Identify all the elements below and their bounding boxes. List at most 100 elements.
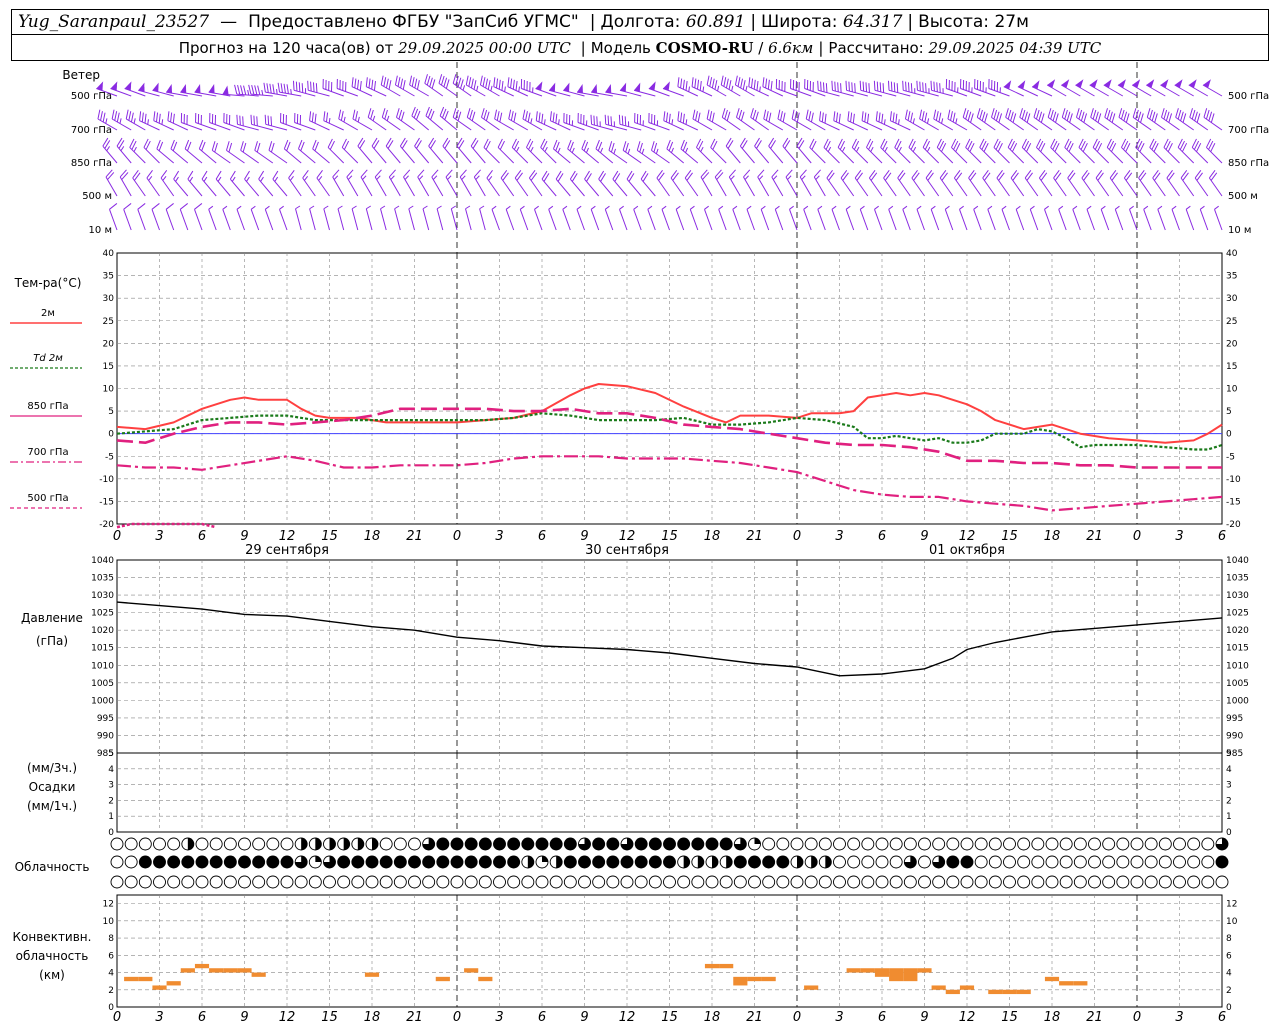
wind-barb-feather (916, 80, 918, 91)
wind-barb-half-feather (505, 205, 511, 210)
wind-barb (535, 81, 557, 97)
wind-barb (223, 112, 245, 131)
wind-barb-staff (991, 116, 1010, 131)
wind-barb-staff (208, 209, 217, 231)
cloud-circle (861, 875, 875, 889)
cloud-cover-symbol (1158, 837, 1172, 851)
wind-barb (817, 205, 826, 231)
cloud-circle (946, 875, 960, 889)
wind-barb (279, 205, 288, 231)
conv-tick-label-left: 4 (108, 969, 114, 979)
cloud-circle (1144, 875, 1158, 889)
wind-barb-feather (243, 85, 247, 95)
wind-barb-staff (146, 177, 160, 197)
wind-barb-half-feather (222, 205, 228, 210)
cloud-fill (1216, 856, 1228, 868)
cloud-cover-symbol (1173, 875, 1186, 889)
cloud-circle (903, 875, 917, 889)
cloud-cover-symbol (918, 855, 931, 869)
cloud-circle (110, 837, 124, 851)
wind-barb-staff (996, 177, 1010, 197)
wind-barb-feather (593, 115, 595, 126)
cloud-fill (394, 856, 407, 868)
hour-tick-label: 6 (1218, 529, 1226, 544)
wind-barb-feather (951, 81, 953, 91)
cloud-fill (946, 856, 959, 868)
wind-barb-half-feather (874, 205, 879, 210)
wind-barb-staff (675, 209, 685, 231)
convective-cloud-bar (435, 976, 450, 982)
cloud-circle (1003, 875, 1016, 889)
cloud-circle (804, 875, 818, 889)
cloud-circle (195, 875, 209, 889)
cloud-circle (861, 855, 875, 869)
temp-tick-label-left: 5 (108, 407, 114, 417)
temperature-series-line (116, 412, 1223, 451)
wind-barb-feather (417, 169, 425, 178)
wind-barb-half-feather (250, 205, 256, 210)
hour-tick-label: 9 (920, 1010, 928, 1024)
wind-barb-half-feather (675, 205, 681, 210)
cloud-fill (635, 838, 648, 850)
wind-barb-staff (156, 148, 175, 164)
wind-barb (519, 205, 529, 231)
cloud-fill (343, 838, 350, 850)
convective-cloud-bar (478, 976, 493, 982)
wind-barb-staff (323, 208, 330, 231)
cloud-cover-symbol (195, 837, 209, 851)
wind-barb-feather (242, 116, 244, 126)
precip-tick-label-right: 1 (1226, 812, 1232, 822)
cloud-cover-symbol (818, 855, 832, 869)
hour-tick-label: 9 (920, 529, 928, 544)
wind-barb-staff (732, 209, 741, 231)
wind-barb-staff (268, 149, 288, 164)
cloud-cover-symbol (804, 875, 818, 889)
wind-barb-staff (666, 148, 685, 164)
wind-barb-staff (959, 209, 968, 231)
wind-barb-feather (993, 81, 996, 91)
hour-tick-label: 12 (279, 1010, 296, 1024)
wind-barb (549, 111, 571, 131)
cloud-cover-symbol (408, 875, 421, 889)
cloud-fill (776, 856, 789, 868)
wind-barb-staff (739, 145, 755, 164)
wind-barb-staff (151, 209, 160, 231)
temp-tick-label-right: 25 (1226, 317, 1237, 327)
wind-barb (930, 80, 953, 97)
cloud-circle (592, 875, 606, 889)
cloud-fill (329, 838, 336, 850)
pressure-tick-label-right: 1025 (1226, 609, 1249, 619)
cloud-fill (691, 838, 704, 850)
cloud-cover-symbol (535, 837, 549, 851)
wind-barb (771, 169, 784, 197)
wind-barb-pennant (535, 81, 543, 91)
cloud-cover-symbol (1073, 855, 1087, 869)
wind-barb-feather (339, 80, 341, 90)
wind-barb-staff (244, 178, 260, 197)
wind-barb-half-feather (619, 205, 624, 210)
wind-barb-feather (328, 81, 330, 91)
wind-barb-staff (1208, 177, 1223, 197)
wind-barb-half-feather (1029, 205, 1035, 210)
wind-barb-half-feather (491, 205, 497, 210)
cloud-circle (1059, 875, 1073, 889)
convective-cloud-bar (1073, 981, 1088, 986)
wind-barb-feather (930, 80, 933, 91)
legend-label: Td 2м (33, 353, 63, 364)
wind-barb-staff (505, 209, 515, 231)
wind-barb-staff (771, 176, 784, 197)
cloud-circle (733, 875, 747, 889)
cloud-circle (1003, 837, 1016, 851)
wind-barb (648, 112, 670, 131)
wind-barb-half-feather (774, 205, 780, 210)
cloud-circle (918, 875, 931, 889)
wind-barb (859, 205, 869, 231)
cloud-fill (762, 856, 775, 868)
wind-barb-feather (813, 169, 821, 178)
wind-barb-half-feather (534, 205, 539, 210)
wind-barb (277, 82, 302, 97)
wind-barb-staff (1100, 209, 1110, 231)
wind-barb-staff (1109, 177, 1124, 197)
wind-barb-staff (1189, 116, 1209, 131)
wind-barb-staff (486, 177, 500, 197)
